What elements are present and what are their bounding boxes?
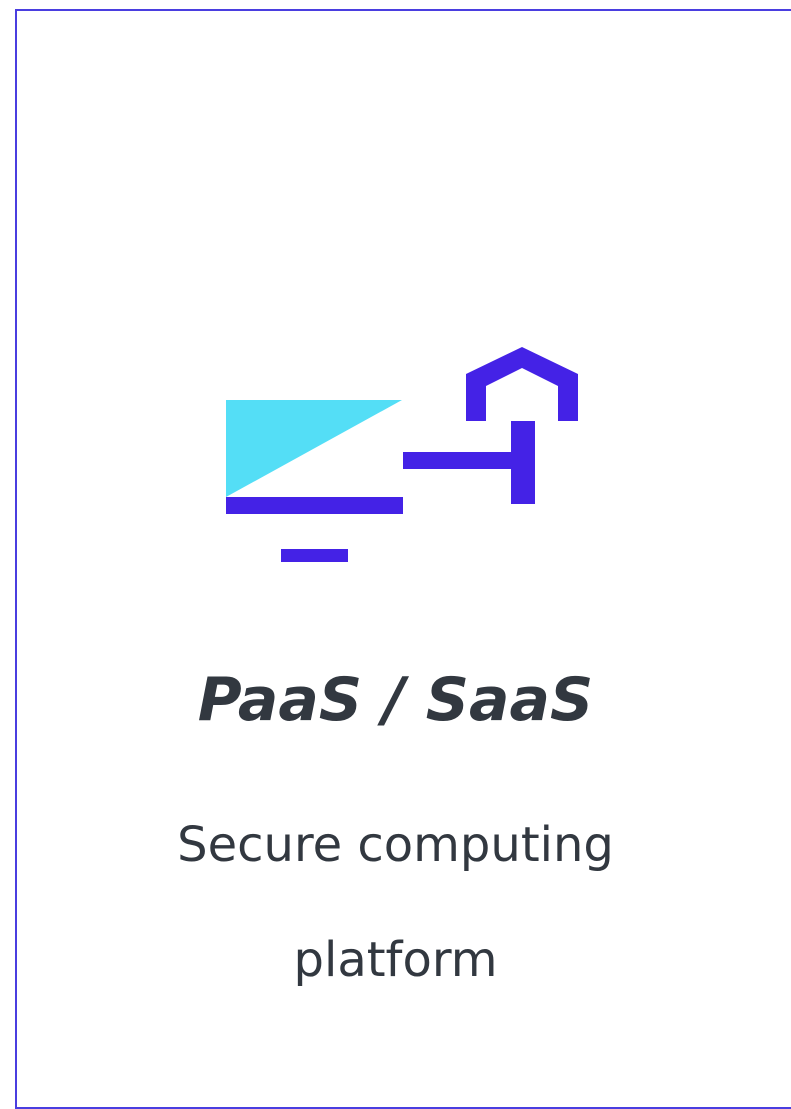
description-line-2: platform	[293, 932, 498, 988]
card-title: PaaS / SaaS	[197, 665, 594, 735]
computer-with-house-icon	[226, 347, 578, 562]
house-post	[511, 421, 535, 504]
house-roof-shape	[466, 347, 578, 421]
card-description: Secure computing platform	[0, 785, 791, 1015]
connector-bar	[403, 452, 523, 469]
monitor-stand-bar	[281, 549, 348, 562]
monitor-base-bar	[226, 497, 403, 514]
description-line-1: Secure computing	[177, 817, 614, 873]
monitor-screen-shape	[226, 400, 402, 497]
